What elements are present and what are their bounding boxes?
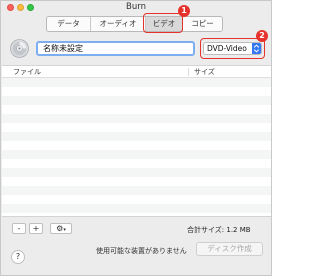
list-row-stripe xyxy=(2,132,271,141)
column-divider xyxy=(188,68,189,76)
list-row-stripe xyxy=(2,186,271,195)
callout-badge-1: 1 xyxy=(178,5,190,17)
list-row-stripe xyxy=(2,114,271,123)
list-row-stripe xyxy=(2,204,271,213)
burn-disc-button[interactable]: ディスク作成 xyxy=(196,242,263,256)
device-status-text: 使用可能な装置がありません xyxy=(96,247,187,255)
highlight-ring-video-tab xyxy=(143,13,183,33)
tab-data[interactable]: データ xyxy=(47,17,91,31)
list-row-stripe xyxy=(2,177,271,186)
list-row-stripe xyxy=(2,78,271,87)
tab-copy[interactable]: コピー xyxy=(183,17,222,31)
disc-name-input[interactable]: 名称未設定 xyxy=(36,41,195,56)
format-select[interactable]: DVD-Video xyxy=(203,42,262,55)
list-row-stripe xyxy=(2,123,271,132)
title-bar: Burn xyxy=(1,1,271,15)
format-select-value: DVD-Video xyxy=(207,44,247,53)
bottom-bar: - + ⚙▾ 合計サイズ: 1.2 MB ? 使用可能な装置がありません ディス… xyxy=(1,216,271,276)
chevron-down-icon: ▾ xyxy=(63,227,66,233)
list-row-stripe xyxy=(2,150,271,159)
burn-window: Burn データ オーディオ ビデオ コピー 1 2 名称未設定 DVD-Vid… xyxy=(0,0,272,276)
list-row-stripe xyxy=(2,159,271,168)
tab-bar: データ オーディオ ビデオ コピー xyxy=(46,16,223,32)
callout-badge-2: 2 xyxy=(256,30,268,42)
help-button[interactable]: ? xyxy=(11,250,25,264)
list-row-stripe xyxy=(2,195,271,204)
remove-item-button[interactable]: - xyxy=(12,223,26,234)
list-row-stripe xyxy=(2,105,271,114)
file-list-header: ファイル サイズ xyxy=(2,66,271,78)
list-row-stripe xyxy=(2,141,271,150)
total-size-label: 合計サイズ: 1.2 MB xyxy=(187,226,251,234)
list-row-stripe xyxy=(2,87,271,96)
file-list[interactable]: ファイル サイズ xyxy=(2,65,271,217)
add-item-button[interactable]: + xyxy=(29,223,43,234)
action-menu-button[interactable]: ⚙▾ xyxy=(50,223,72,234)
tab-audio[interactable]: オーディオ xyxy=(91,17,146,31)
column-header-size[interactable]: サイズ xyxy=(194,67,215,77)
window-title: Burn xyxy=(126,2,146,12)
column-header-file[interactable]: ファイル xyxy=(13,67,41,77)
select-stepper-icon xyxy=(252,43,261,54)
disc-icon xyxy=(10,39,29,58)
list-row-stripe xyxy=(2,168,271,177)
list-row-stripe xyxy=(2,96,271,105)
